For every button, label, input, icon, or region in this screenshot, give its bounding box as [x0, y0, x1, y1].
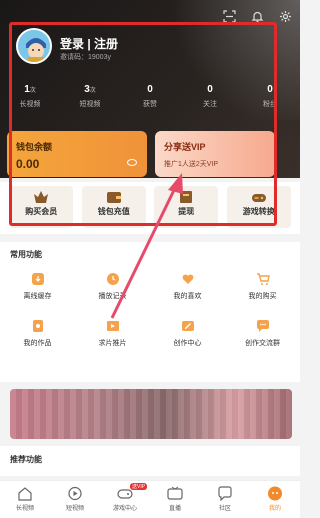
- settings-icon[interactable]: [278, 10, 292, 24]
- film-icon: [106, 321, 119, 331]
- chat-icon: [256, 320, 269, 332]
- recommended-functions-section: 推荐功能: [0, 446, 300, 476]
- stat-long-video[interactable]: 1次 长视频: [0, 84, 60, 109]
- quick-buy-membership[interactable]: 购买会员: [9, 186, 74, 228]
- stat-short-video[interactable]: 3次 短视频: [60, 84, 120, 109]
- quick-wallet-topup[interactable]: 钱包充值: [81, 186, 146, 228]
- community-icon: [218, 486, 232, 501]
- share-vip-card[interactable]: 分享送VIP 推广1人送2天VIP: [155, 131, 275, 177]
- item-play-history[interactable]: 播放记录: [75, 272, 150, 301]
- stat-fans[interactable]: 0 粉丝: [240, 84, 300, 109]
- quick-withdraw[interactable]: 提现: [154, 186, 219, 228]
- quick-actions: 购买会员 钱包充值 提现 游戏转换: [0, 182, 300, 234]
- wallet-title: 钱包余额: [16, 142, 53, 152]
- header-icons: [222, 10, 292, 24]
- eye-icon[interactable]: [127, 159, 137, 166]
- common-functions-section: 常用功能 离线缓存 播放记录 我的喜欢 我的购买 我的作品 求片推片 创作中心: [0, 242, 300, 382]
- invite-code: 邀请码：19003y: [60, 54, 111, 61]
- stats-row: 1次 长视频 3次 短视频 0 获赞 0 关注 0 粉丝: [0, 84, 300, 109]
- tab-long-video[interactable]: 长视频: [0, 481, 50, 518]
- cash-icon: [180, 191, 193, 203]
- item-creator-group[interactable]: 创作交流群: [225, 319, 300, 348]
- vip-badge: 送VIP: [130, 483, 148, 490]
- tab-game-center[interactable]: 送VIP 游戏中心: [100, 481, 150, 518]
- item-film-request[interactable]: 求片推片: [75, 319, 150, 348]
- live-icon: [167, 486, 183, 500]
- login-register-link[interactable]: 登录 | 注册: [60, 35, 118, 52]
- tab-short-video[interactable]: 短视频: [50, 481, 100, 518]
- tab-community[interactable]: 社区: [200, 481, 250, 518]
- stat-following[interactable]: 0 关注: [180, 84, 240, 109]
- wallet-value: 0.00: [16, 157, 40, 171]
- wallet-icon: [106, 192, 121, 203]
- create-icon: [181, 321, 194, 331]
- avatar[interactable]: [16, 28, 52, 64]
- crown-icon: [34, 191, 49, 203]
- bell-icon[interactable]: [250, 10, 264, 24]
- share-subtitle: 推广1人送2天VIP: [164, 161, 219, 168]
- gamepad-icon: [251, 194, 266, 202]
- play-icon: [68, 486, 82, 501]
- history-icon: [106, 273, 119, 285]
- wallet-balance-card[interactable]: 钱包余额 0.00: [7, 131, 147, 177]
- heart-icon: [182, 274, 193, 284]
- home-icon: [18, 487, 32, 501]
- cart-icon: [256, 273, 270, 285]
- download-icon: [31, 273, 44, 285]
- share-title: 分享送VIP: [164, 142, 206, 152]
- item-my-likes[interactable]: 我的喜欢: [150, 272, 225, 301]
- tab-live[interactable]: 直播: [150, 481, 200, 518]
- bottom-tab-bar: 长视频 短视频 送VIP 游戏中心 直播 社区 我的: [0, 480, 300, 518]
- promo-banner[interactable]: [10, 389, 292, 439]
- item-offline-cache[interactable]: 离线缓存: [0, 272, 75, 301]
- tab-mine[interactable]: 我的: [250, 481, 300, 518]
- item-creator-center[interactable]: 创作中心: [150, 319, 225, 348]
- profile-icon: [268, 486, 282, 501]
- item-my-works[interactable]: 我的作品: [0, 319, 75, 348]
- works-icon: [32, 320, 43, 332]
- item-my-purchases[interactable]: 我的购买: [225, 272, 300, 301]
- section-title: 推荐功能: [10, 455, 42, 464]
- scan-icon[interactable]: [222, 10, 236, 24]
- stat-likes[interactable]: 0 获赞: [120, 84, 180, 109]
- quick-game-exchange[interactable]: 游戏转换: [226, 186, 291, 228]
- section-title: 常用功能: [10, 250, 42, 259]
